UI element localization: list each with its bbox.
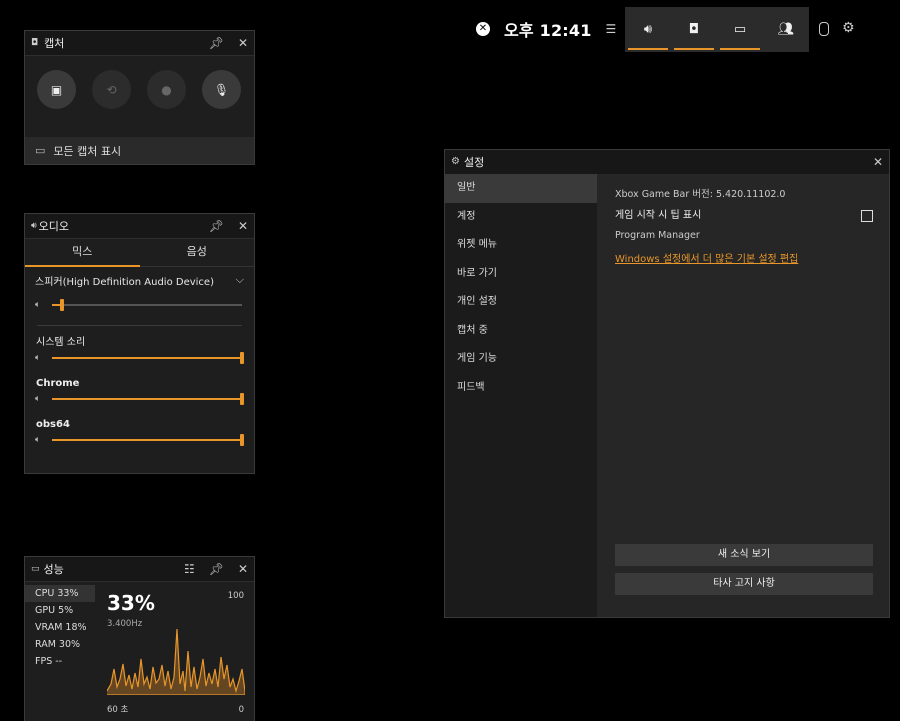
widget-menu-icon[interactable]: ☰ <box>606 22 617 36</box>
performance-widget-button[interactable]: ▭ <box>717 7 763 52</box>
device-volume-slider[interactable]: 🔈︎ <box>35 297 242 313</box>
program-manager-text: Program Manager <box>615 230 700 241</box>
show-all-captures-label: 모든 캡처 표시 <box>53 144 122 158</box>
capture-icon: ◘ <box>31 37 39 48</box>
audio-panel: 🔊︎ 오디오 📌︎ ✕ 믹스 음성 스피커(High Definition Au… <box>24 213 255 474</box>
app-name: Chrome <box>36 378 80 389</box>
close-icon[interactable]: ✕ <box>873 156 883 168</box>
capture-header[interactable]: ◘ 캡처 📌︎ ✕ <box>25 31 254 56</box>
monitor-icon: ▭ <box>733 22 747 37</box>
settings-title: 설정 <box>463 156 485 169</box>
cpu-percent: 33% <box>107 591 155 615</box>
tips-label: 게임 시작 시 팁 표시 <box>615 210 702 221</box>
pin-icon[interactable]: 📌︎ <box>209 37 224 49</box>
speaker-icon: 🔊︎ <box>643 22 653 37</box>
nav-personalization[interactable]: 개인 설정 <box>445 288 597 317</box>
performance-panel: ▭ 성능 ☷ 📌︎ ✕ CPU 33% GPU 5% VRAM 18% RAM … <box>24 556 255 721</box>
tab-mix[interactable]: 믹스 <box>25 239 140 267</box>
performance-header[interactable]: ▭ 성능 ☷ 📌︎ ✕ <box>25 557 254 582</box>
nav-feedback[interactable]: 피드백 <box>445 374 597 403</box>
speaker-icon: 🔊︎ <box>31 220 37 231</box>
settings-header[interactable]: ⚙ 설정 ✕ <box>445 150 889 175</box>
cpu-graph <box>107 629 245 695</box>
close-icon[interactable]: ✕ <box>238 220 248 232</box>
output-device-label: 스피커(High Definition Audio Device) <box>35 276 214 288</box>
people-icon: 👥︎ <box>777 22 795 37</box>
mic-button[interactable]: 🎙︎ <box>202 70 241 109</box>
clock: 오후 12:41 <box>504 21 592 40</box>
gear-icon[interactable]: ⚙ <box>842 20 855 36</box>
social-widget-button[interactable]: 👥︎ <box>763 7 809 52</box>
audio-header[interactable]: 🔊︎ 오디오 📌︎ ✕ <box>25 214 254 239</box>
audio-title: 오디오 <box>38 220 70 233</box>
record-last-button[interactable]: ⟲ <box>92 70 131 109</box>
mouse-icon[interactable] <box>819 22 829 36</box>
camera-icon: ▣ <box>50 82 63 97</box>
settings-panel: ⚙ 설정 ✕ 일반 계정 위젯 메뉴 바로 가기 개인 설정 캡처 중 게임 기… <box>444 149 890 618</box>
capture-widget-button[interactable]: ◘ <box>671 7 717 52</box>
performance-title: 성능 <box>43 563 64 576</box>
cpu-clock: 3.400Hz <box>107 619 143 629</box>
chevron-down-icon: ⌵ <box>235 273 244 286</box>
output-device-select[interactable]: 스피커(High Definition Audio Device) ⌵ <box>25 267 254 293</box>
capture-title: 캡처 <box>44 37 65 50</box>
capture-panel: ◘ 캡처 📌︎ ✕ ▣ ⟲ ● 🎙︎ ▭ 모든 캡처 표시 <box>24 30 255 165</box>
options-icon[interactable]: ☷ <box>184 563 195 575</box>
widget-toolbar: 🔊︎ ◘ ▭ 👥︎ <box>625 7 809 52</box>
close-icon[interactable]: ✕ <box>238 563 248 575</box>
chrome-volume-slider[interactable]: 🔈︎ <box>35 391 244 407</box>
audio-widget-button[interactable]: 🔊︎ <box>625 7 671 52</box>
cpu-graph-line <box>107 629 245 695</box>
tab-voice[interactable]: 음성 <box>140 239 255 266</box>
perf-item-cpu[interactable]: CPU 33% <box>25 585 95 602</box>
app-name: 시스템 소리 <box>36 337 86 348</box>
pin-icon[interactable]: 📌︎ <box>209 220 224 232</box>
divider <box>37 325 242 326</box>
capture-icon: ◘ <box>688 22 700 37</box>
nav-widget-menu[interactable]: 위젯 메뉴 <box>445 231 597 260</box>
nav-general[interactable]: 일반 <box>445 174 597 203</box>
nav-shortcuts[interactable]: 바로 가기 <box>445 260 597 289</box>
graph-min: 0 <box>238 705 244 715</box>
nav-capturing[interactable]: 캡처 중 <box>445 317 597 346</box>
speaker-icon: 🔈︎ <box>35 435 41 445</box>
perf-item-vram[interactable]: VRAM 18% <box>25 619 95 636</box>
game-bar-top: ✕ 오후 12:41 ☰ <box>476 8 630 50</box>
gear-icon: ⚙ <box>451 156 460 167</box>
close-icon[interactable]: ✕ <box>238 37 248 49</box>
monitor-icon: ▭ <box>31 563 40 574</box>
mic-off-icon: 🎙︎ <box>213 82 230 97</box>
perf-item-ram[interactable]: RAM 30% <box>25 636 95 653</box>
screenshot-button[interactable]: ▣ <box>37 70 76 109</box>
system-volume-slider[interactable]: 🔈︎ <box>35 350 244 366</box>
perf-item-gpu[interactable]: GPU 5% <box>25 602 95 619</box>
windows-settings-link[interactable]: Windows 설정에서 더 많은 기본 설정 편집 <box>615 250 798 265</box>
show-all-captures-button[interactable]: ▭ 모든 캡처 표시 <box>25 137 254 164</box>
pin-icon[interactable]: 📌︎ <box>209 563 224 575</box>
graph-max: 100 <box>227 591 244 601</box>
perf-item-fps[interactable]: FPS -- <box>25 653 95 670</box>
record-icon: ● <box>161 82 172 97</box>
app-name: obs64 <box>36 419 70 430</box>
xbox-logo-icon[interactable]: ✕ <box>476 22 490 36</box>
third-party-notices-button[interactable]: 타사 고지 사항 <box>615 573 873 595</box>
speaker-icon: 🔈︎ <box>35 353 41 363</box>
settings-nav: 일반 계정 위젯 메뉴 바로 가기 개인 설정 캡처 중 게임 기능 피드백 <box>445 174 597 617</box>
rewind-icon: ⟲ <box>106 82 117 97</box>
nav-gaming-features[interactable]: 게임 기능 <box>445 345 597 374</box>
graph-xlabel: 60 초 <box>107 705 129 715</box>
settings-content: Xbox Game Bar 버전: 5.420.11102.0 게임 시작 시 … <box>597 174 889 617</box>
speaker-icon: 🔈︎ <box>35 394 41 404</box>
gallery-icon: ▭ <box>35 144 46 157</box>
version-text: Xbox Game Bar 버전: 5.420.11102.0 <box>615 189 786 200</box>
speaker-icon: 🔈︎ <box>35 300 41 310</box>
tips-checkbox[interactable] <box>861 210 873 222</box>
whats-new-button[interactable]: 새 소식 보기 <box>615 544 873 566</box>
obs-volume-slider[interactable]: 🔈︎ <box>35 432 244 448</box>
nav-account[interactable]: 계정 <box>445 203 597 232</box>
record-button[interactable]: ● <box>147 70 186 109</box>
